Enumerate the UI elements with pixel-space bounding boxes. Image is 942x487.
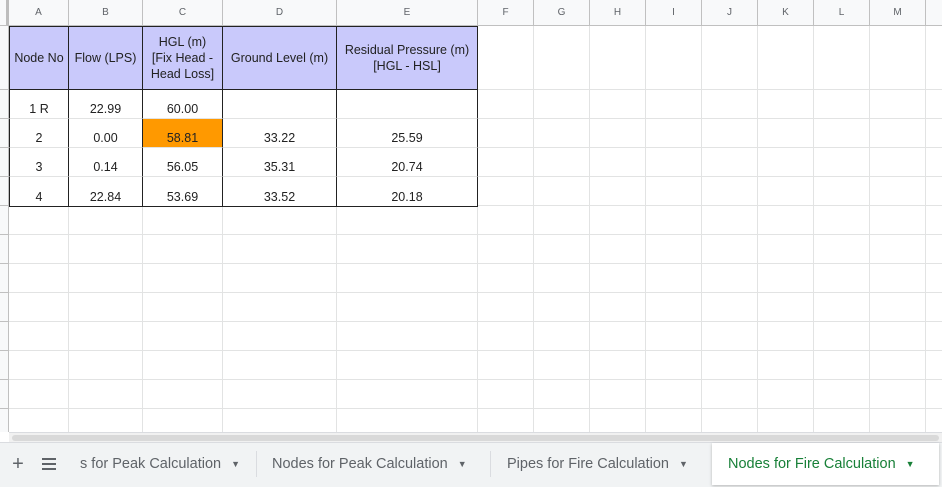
caret-down-icon: ▼ (231, 459, 240, 469)
add-sheet-button[interactable]: + (7, 451, 29, 477)
caret-down-icon: ▼ (679, 459, 688, 469)
sheet-tab-nodes-fire-calc[interactable]: Nodes for Fire Calculation ▼ (712, 443, 939, 485)
plus-icon: + (12, 452, 24, 475)
list-icon (42, 458, 56, 470)
sheet-tab-label: Pipes for Fire Calculation (507, 456, 669, 472)
spreadsheet-grid[interactable]: A B C D E F G H I J K L M Node No Flow (… (0, 0, 942, 432)
sheet-tab-bar: + s for Peak Calculation ▼ Nodes for Pea… (0, 442, 942, 487)
scrollbar-thumb[interactable] (12, 435, 939, 441)
caret-down-icon: ▼ (905, 459, 915, 469)
caret-down-icon: ▼ (457, 459, 467, 469)
sheet-tab-nodes-peak-calc-2[interactable]: Nodes for Peak Calculation ▼ (257, 443, 490, 485)
sheet-tab-nodes-peak-calc[interactable]: s for Peak Calculation ▼ (66, 443, 250, 485)
sheet-tab-label: Nodes for Fire Calculation (728, 456, 896, 472)
sheet-tab-label: s for Peak Calculation (80, 456, 222, 472)
sheet-tab-pipes-fire-calc[interactable]: Pipes for Fire Calculation ▼ (491, 443, 711, 485)
horizontal-scrollbar[interactable] (9, 432, 942, 442)
sheet-tab-label: Nodes for Peak Calculation (272, 456, 448, 472)
grid-lines (9, 26, 942, 432)
all-sheets-button[interactable] (38, 451, 60, 477)
